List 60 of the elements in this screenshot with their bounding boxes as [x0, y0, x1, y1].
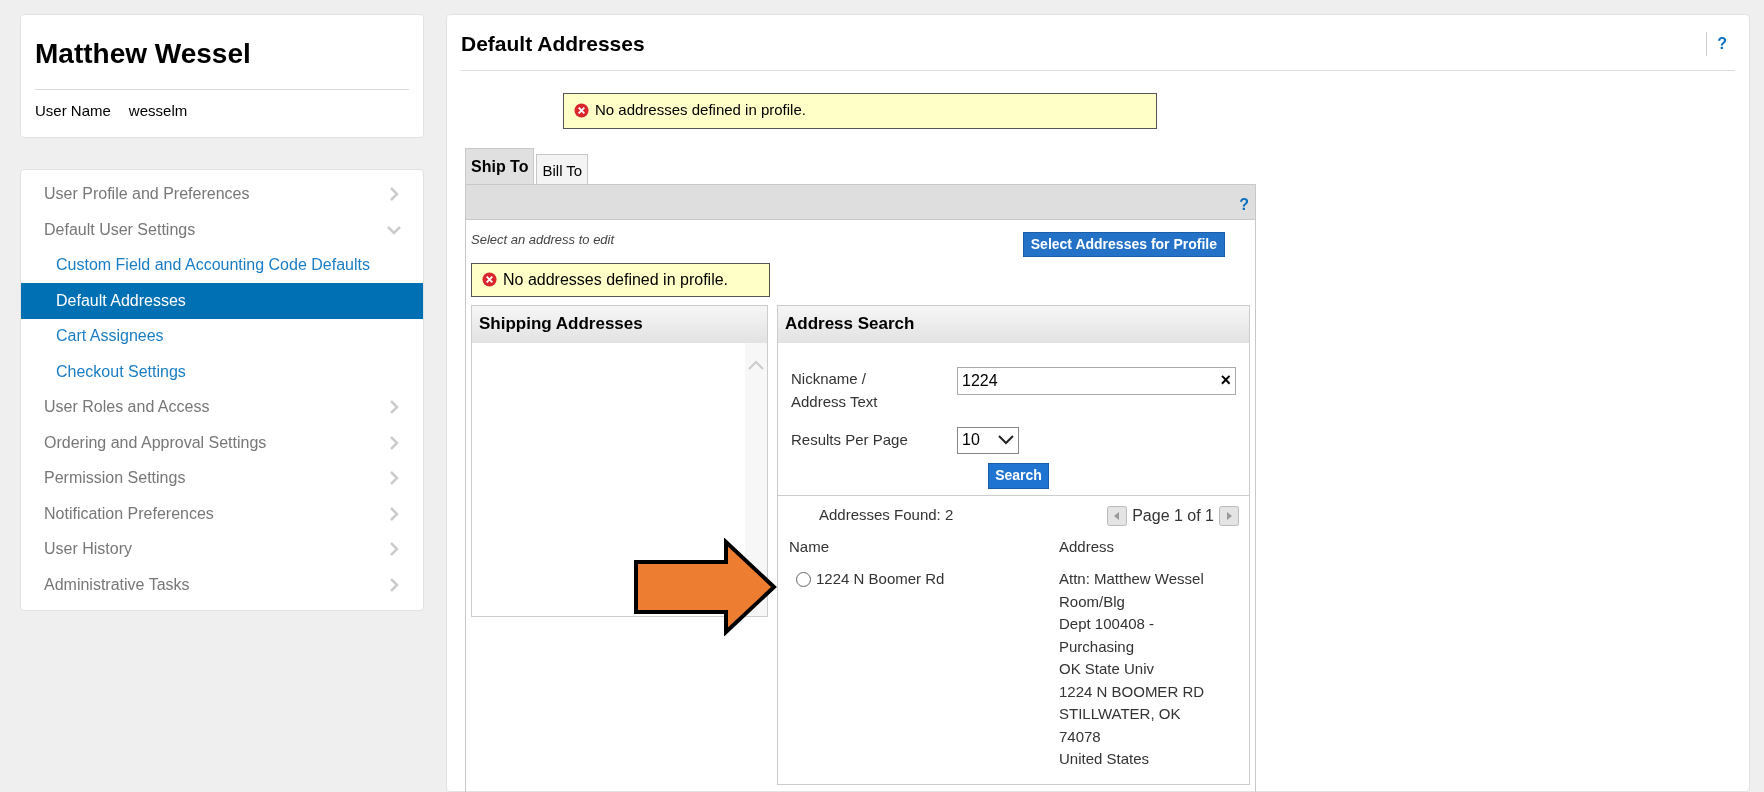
previous-page-icon[interactable] [1107, 505, 1128, 526]
nav-subitem[interactable]: Custom Field and Accounting Code Defaults [21, 247, 423, 283]
error-icon [482, 272, 497, 287]
results-count: Addresses Found: 2 [818, 505, 954, 526]
column-header: Name [788, 536, 830, 557]
address-line: 74078 [1059, 726, 1102, 747]
address-line: Room/Blg [1059, 591, 1126, 612]
radio-option[interactable]: 1224 N Boomer Rd [788, 568, 1059, 591]
user-name-value: wesselm [128, 101, 188, 121]
user-full-name: Matthew Wessel [35, 33, 409, 90]
tab[interactable]: Bill To [536, 153, 589, 184]
help-link[interactable]: ? [1239, 192, 1249, 217]
radio-button[interactable] [796, 571, 811, 587]
address-line: United States [1059, 749, 1151, 769]
page-title: Default Addresses [461, 31, 645, 57]
chevron-right-icon [387, 187, 401, 202]
address-line: Attn: Matthew Wessel [1059, 569, 1205, 589]
nav-item[interactable]: Ordering and Approval Settings [21, 425, 423, 461]
help-link[interactable]: ? [1706, 31, 1727, 56]
select-addresses-button[interactable]: Select Addresses for Profile [1022, 231, 1225, 257]
error-icon [574, 103, 589, 118]
next-page-icon[interactable] [1219, 505, 1239, 526]
search-text-field[interactable]: 1224 × [957, 366, 1236, 395]
chevron-right-icon [387, 400, 401, 415]
nav-item[interactable]: User History [21, 531, 423, 567]
address-line: STILLWATER, OK [1059, 704, 1182, 724]
page-indicator: Page 1 of 1 [1132, 505, 1214, 526]
field-label: Nickname / Address Text [791, 368, 879, 412]
results-per-page-select[interactable]: 10 [957, 426, 1019, 454]
nav-subitem[interactable]: Cart Assignees [21, 318, 423, 354]
address-line: Purchasing [1059, 636, 1136, 657]
nav-item[interactable]: Administrative Tasks [21, 567, 423, 603]
chevron-right-icon [387, 435, 401, 450]
chevron-right-icon [387, 542, 401, 557]
scroll-up-icon[interactable] [748, 359, 764, 370]
address-line: OK State Univ [1059, 659, 1156, 679]
nav-item[interactable]: User Profile and Preferences [21, 176, 423, 212]
alert-text: No addresses defined in profile. [503, 269, 729, 290]
tab[interactable]: Ship To [465, 147, 535, 184]
address-line: 1224 N BOOMER RD [1059, 681, 1205, 702]
nav-item[interactable]: User Roles and Access [21, 389, 423, 425]
clear-button[interactable]: × [1220, 367, 1231, 394]
field-label: Results Per Page [791, 429, 909, 450]
address-line: Dept 100408 - [1059, 614, 1156, 634]
chevron-down-icon [998, 435, 1014, 445]
panel-title: Shipping Addresses [472, 305, 767, 343]
nav-item[interactable]: Default User Settings [21, 212, 423, 248]
user-name-label: User Name [35, 101, 111, 121]
nav-subitem[interactable]: Checkout Settings [21, 354, 423, 390]
nav-item[interactable]: Permission Settings [21, 460, 423, 496]
nav-item[interactable]: Notification Preferences [21, 496, 423, 532]
chevron-right-icon [387, 506, 401, 521]
chevron-right-icon [387, 577, 401, 592]
instruction-text: Select an address to edit [471, 230, 615, 249]
alert-text: No addresses defined in profile. [595, 100, 806, 121]
chevron-right-icon [387, 471, 401, 486]
nav-subitem[interactable]: Default Addresses [21, 283, 423, 319]
panel-title: Address Search [778, 305, 1249, 343]
column-header: Address [1059, 536, 1115, 557]
search-button[interactable]: Search [988, 462, 1049, 489]
